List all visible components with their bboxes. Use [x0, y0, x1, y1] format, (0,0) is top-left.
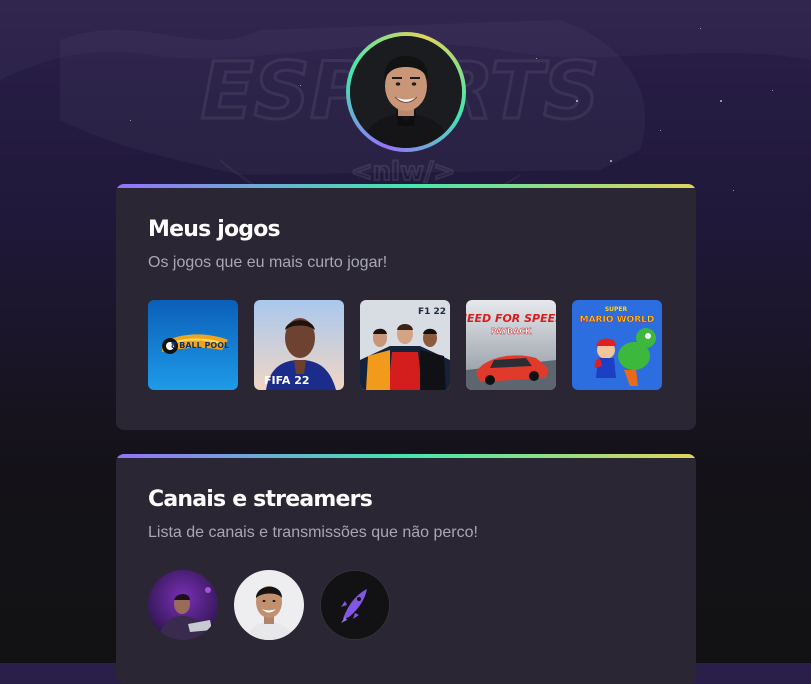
8-ball-pool-cover-icon: 8 BALL POOL	[148, 300, 238, 390]
f1-22-logo-text: F1 22	[418, 307, 446, 317]
games-section-subtitle: Os jogos que eu mais curto jogar!	[148, 254, 388, 271]
channels-section-subtitle: Lista de canais e transmissões que não p…	[148, 524, 478, 541]
super-mario-world-cover-icon: SUPER MARIO WORLD	[572, 300, 662, 390]
super-text: SUPER	[605, 306, 628, 313]
game-need-for-speed-payback[interactable]: NEED FOR SPEED PAYBACK	[466, 300, 556, 390]
game-super-mario-world[interactable]: SUPER MARIO WORLD	[572, 300, 662, 390]
game-8-ball-pool[interactable]: 8 BALL POOL	[148, 300, 238, 390]
rocketseat-rocket-logo-icon	[321, 571, 389, 639]
channels-card: Canais e streamers Lista de canais e tra…	[116, 454, 696, 684]
profile-photo-icon	[350, 36, 462, 148]
star	[610, 160, 612, 162]
f1-22-cover-icon: F1 22	[360, 300, 450, 390]
game-f1-22[interactable]: F1 22	[360, 300, 450, 390]
star	[536, 58, 537, 59]
channel-streamer-1[interactable]	[148, 570, 218, 640]
games-list: 8 BALL POOL FIFA 22 F1 22 EED FOR SPEE P…	[148, 300, 662, 390]
games-card: Meus jogos Os jogos que eu mais curto jo…	[116, 184, 696, 430]
need-for-speed-payback-cover-icon: NEED FOR SPEED PAYBACK	[466, 300, 556, 390]
games-section-title: Meus jogos	[148, 217, 281, 242]
background-logo-subtext: <nlw/>	[351, 157, 456, 187]
star	[720, 100, 722, 102]
channels-section-title: Canais e streamers	[148, 487, 373, 512]
need-for-speed-payback-text: PAYBACK	[491, 327, 533, 336]
channel-rocketseat[interactable]	[320, 570, 390, 640]
8-ball-pool-logo-text: 8 BALL POOL	[171, 341, 229, 350]
star	[733, 190, 734, 191]
game-fifa-22[interactable]: FIFA 22	[254, 300, 344, 390]
channel-streamer-2[interactable]	[234, 570, 304, 640]
star	[700, 28, 701, 29]
star	[300, 85, 301, 86]
channels-list	[148, 570, 390, 640]
star	[576, 100, 578, 102]
fifa-22-cover-icon: FIFA 22	[254, 300, 344, 390]
fifa-22-logo-text: FIFA 22	[264, 374, 310, 387]
star	[130, 120, 131, 121]
streamer-avatar-smiling-icon	[234, 570, 304, 640]
need-for-speed-logo-text: NEED FOR SPEED	[466, 312, 556, 325]
mario-world-logo-text: MARIO WORLD	[580, 315, 655, 325]
streamer-avatar-purple-icon	[148, 570, 218, 640]
star	[660, 130, 661, 131]
profile-avatar	[346, 32, 466, 152]
star	[772, 90, 773, 91]
